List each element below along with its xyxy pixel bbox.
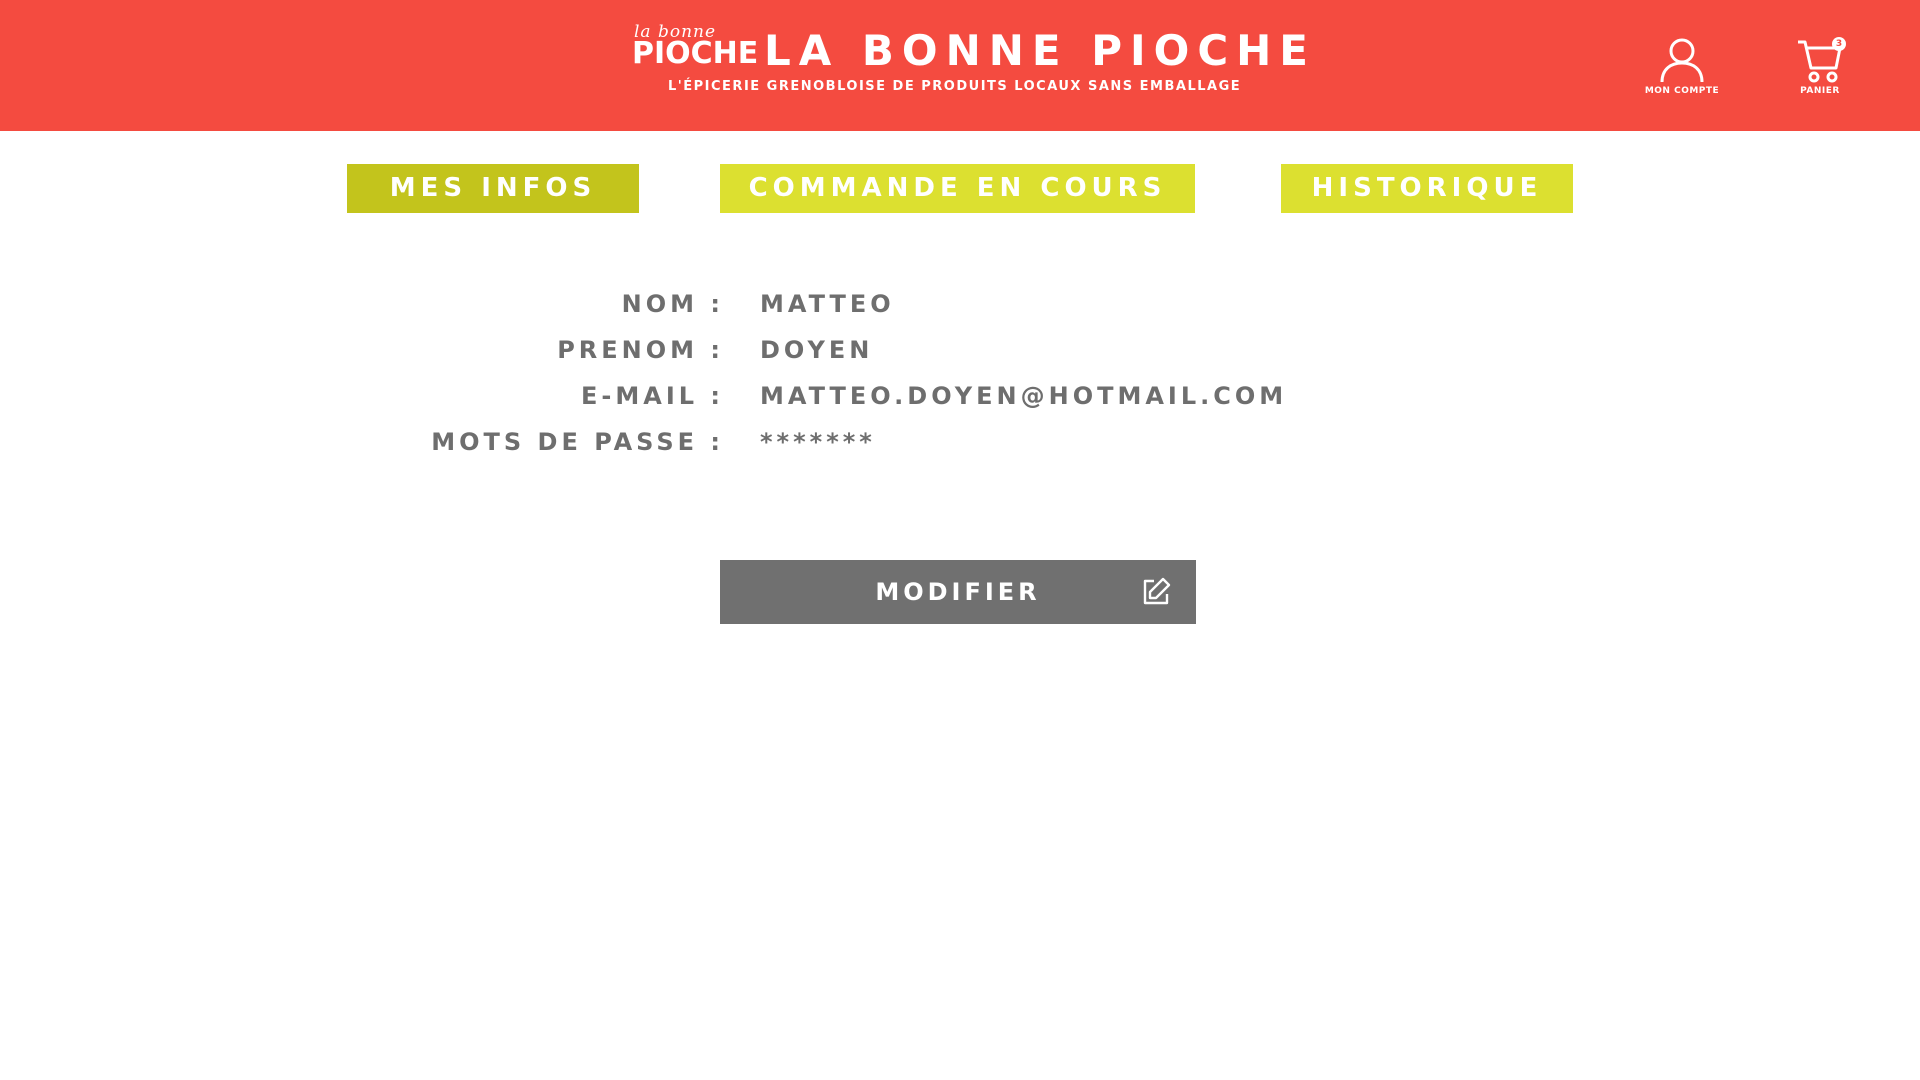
cart-label: PANIER xyxy=(1800,86,1840,96)
profile-row-password: MOTS DE PASSE : ******* xyxy=(0,422,1920,462)
site-title: LA BONNE PIOCHE xyxy=(764,26,1316,75)
edit-icon xyxy=(1143,577,1171,605)
tab-historique[interactable]: HISTORIQUE xyxy=(1281,164,1573,213)
tab-commande-en-cours[interactable]: COMMANDE EN COURS xyxy=(720,164,1195,213)
user-icon xyxy=(1660,38,1704,83)
profile-value: MATTEO xyxy=(760,290,895,318)
profile-label: PRENOM : xyxy=(557,336,724,364)
logo-big-text: PIOCHE xyxy=(632,36,759,71)
account-label: MON COMPTE xyxy=(1644,86,1720,96)
site-header: la bonne PIOCHE LA BONNE PIOCHE L'ÉPICER… xyxy=(0,0,1920,131)
profile-value: MATTEO.DOYEN@HOTMAIL.COM xyxy=(760,382,1288,410)
profile-row-email: E-MAIL : MATTEO.DOYEN@HOTMAIL.COM xyxy=(0,376,1920,416)
profile-row-prenom: PRENOM : DOYEN xyxy=(0,330,1920,370)
profile-label: MOTS DE PASSE : xyxy=(431,428,724,456)
site-logo[interactable]: la bonne PIOCHE xyxy=(630,22,758,74)
site-subtitle: L'ÉPICERIE GRENOBLOISE DE PRODUITS LOCAU… xyxy=(668,79,1242,94)
profile-label: NOM : xyxy=(621,290,724,318)
profile-label: E-MAIL : xyxy=(581,382,724,410)
tab-mes-infos[interactable]: MES INFOS xyxy=(347,164,639,213)
modify-button[interactable]: MODIFIER xyxy=(720,560,1196,624)
modify-button-label: MODIFIER xyxy=(875,578,1041,606)
profile-row-nom: NOM : MATTEO xyxy=(0,284,1920,324)
cart-count-badge: 3 xyxy=(1832,37,1846,51)
account-button[interactable]: MON COMPTE xyxy=(1632,36,1732,106)
cart-button[interactable]: 3 PANIER xyxy=(1770,36,1870,106)
profile-value: ******* xyxy=(760,428,876,456)
profile-value: DOYEN xyxy=(760,336,874,364)
